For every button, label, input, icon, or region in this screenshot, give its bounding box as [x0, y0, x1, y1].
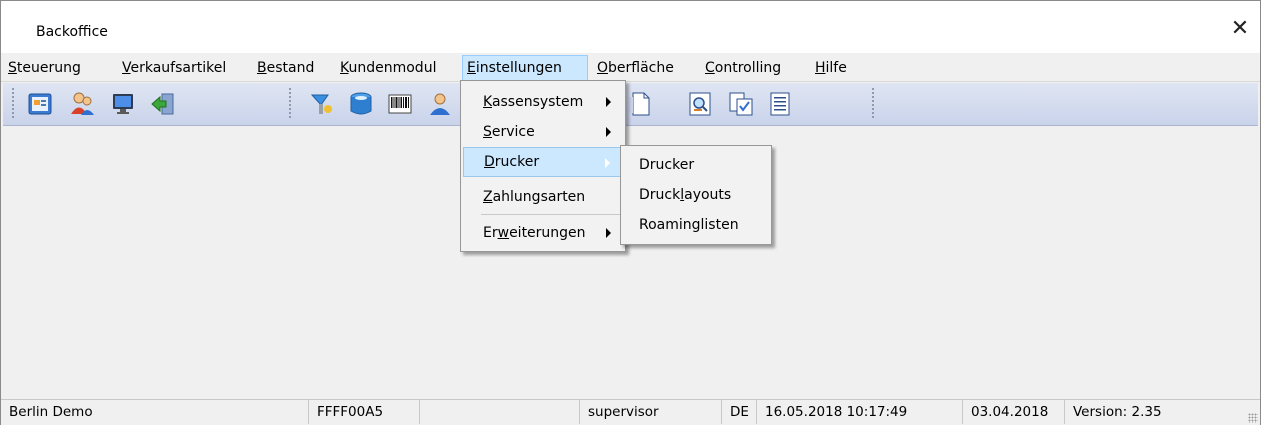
- exit-icon[interactable]: [148, 89, 178, 119]
- menu-item-service[interactable]: Service: [463, 117, 621, 147]
- close-button[interactable]: ✕: [1220, 13, 1260, 43]
- title-bar[interactable]: Backoffice ✕: [1, 1, 1260, 53]
- menu-kundenmodul[interactable]: Kundenmodul: [336, 55, 440, 81]
- status-empty: [420, 400, 580, 424]
- submenu-item-drucklayouts[interactable]: Drucklayouts: [623, 180, 767, 210]
- person-icon[interactable]: [425, 89, 455, 119]
- menu-bar: Steuerung Verkaufsartikel Bestand Kunden…: [1, 55, 1260, 82]
- preview-icon[interactable]: [685, 89, 715, 119]
- toolbar-grip[interactable]: [871, 87, 875, 119]
- drucker-submenu: Drucker Drucklayouts Roaminglisten: [620, 145, 772, 245]
- menu-oberflaeche[interactable]: Oberfläche: [593, 55, 678, 81]
- users-icon[interactable]: [67, 89, 97, 119]
- close-icon: ✕: [1230, 15, 1250, 41]
- document-icon[interactable]: [625, 89, 655, 119]
- wizard-icon[interactable]: [306, 89, 336, 119]
- catalog-icon[interactable]: [25, 89, 55, 119]
- toolbar: [3, 83, 1258, 126]
- toolbar-grip[interactable]: [288, 87, 292, 119]
- resize-grip[interactable]: [1248, 413, 1258, 423]
- einstellungen-menu: Kassensystem Service Drucker Zahlungsart…: [460, 80, 626, 252]
- menu-item-zahlungsarten[interactable]: Zahlungsarten: [463, 182, 621, 212]
- status-language: DE: [722, 400, 757, 424]
- checked-document-icon[interactable]: [726, 89, 756, 119]
- status-bar: Berlin Demo FFFF00A5 supervisor DE 16.05…: [1, 399, 1260, 425]
- menu-item-erweiterungen[interactable]: Erweiterungen: [463, 218, 621, 248]
- monitor-icon[interactable]: [108, 89, 138, 119]
- menu-item-kassensystem[interactable]: Kassensystem: [463, 87, 621, 117]
- menu-steuerung[interactable]: Steuerung: [4, 55, 85, 81]
- status-datetime: 16.05.2018 10:17:49: [757, 400, 963, 424]
- list-document-icon[interactable]: [765, 89, 795, 119]
- status-user: supervisor: [580, 400, 722, 424]
- menu-verkaufsartikel[interactable]: Verkaufsartikel: [118, 55, 230, 81]
- menu-bestand[interactable]: Bestand: [253, 55, 318, 81]
- barcode-icon[interactable]: [385, 89, 415, 119]
- submenu-arrow-icon: [606, 127, 611, 137]
- menu-separator: [481, 214, 623, 215]
- submenu-arrow-icon: [606, 228, 611, 238]
- menu-hilfe[interactable]: Hilfe: [811, 55, 851, 81]
- status-company: Berlin Demo: [1, 400, 309, 424]
- submenu-item-roaminglisten[interactable]: Roaminglisten: [623, 210, 767, 240]
- status-version: Version: 2.35: [1073, 404, 1162, 420]
- toolbar-grip[interactable]: [11, 87, 15, 119]
- menu-item-drucker[interactable]: Drucker: [463, 147, 621, 177]
- submenu-item-drucker[interactable]: Drucker: [623, 150, 767, 180]
- submenu-arrow-icon: [606, 97, 611, 107]
- menu-controlling[interactable]: Controlling: [701, 55, 785, 81]
- status-code: FFFF00A5: [309, 400, 420, 424]
- status-date: 03.04.2018: [963, 400, 1065, 424]
- menu-einstellungen[interactable]: Einstellungen: [462, 55, 588, 81]
- database-icon[interactable]: [346, 89, 376, 119]
- window-title: Backoffice: [36, 24, 108, 40]
- submenu-arrow-icon: [605, 158, 610, 168]
